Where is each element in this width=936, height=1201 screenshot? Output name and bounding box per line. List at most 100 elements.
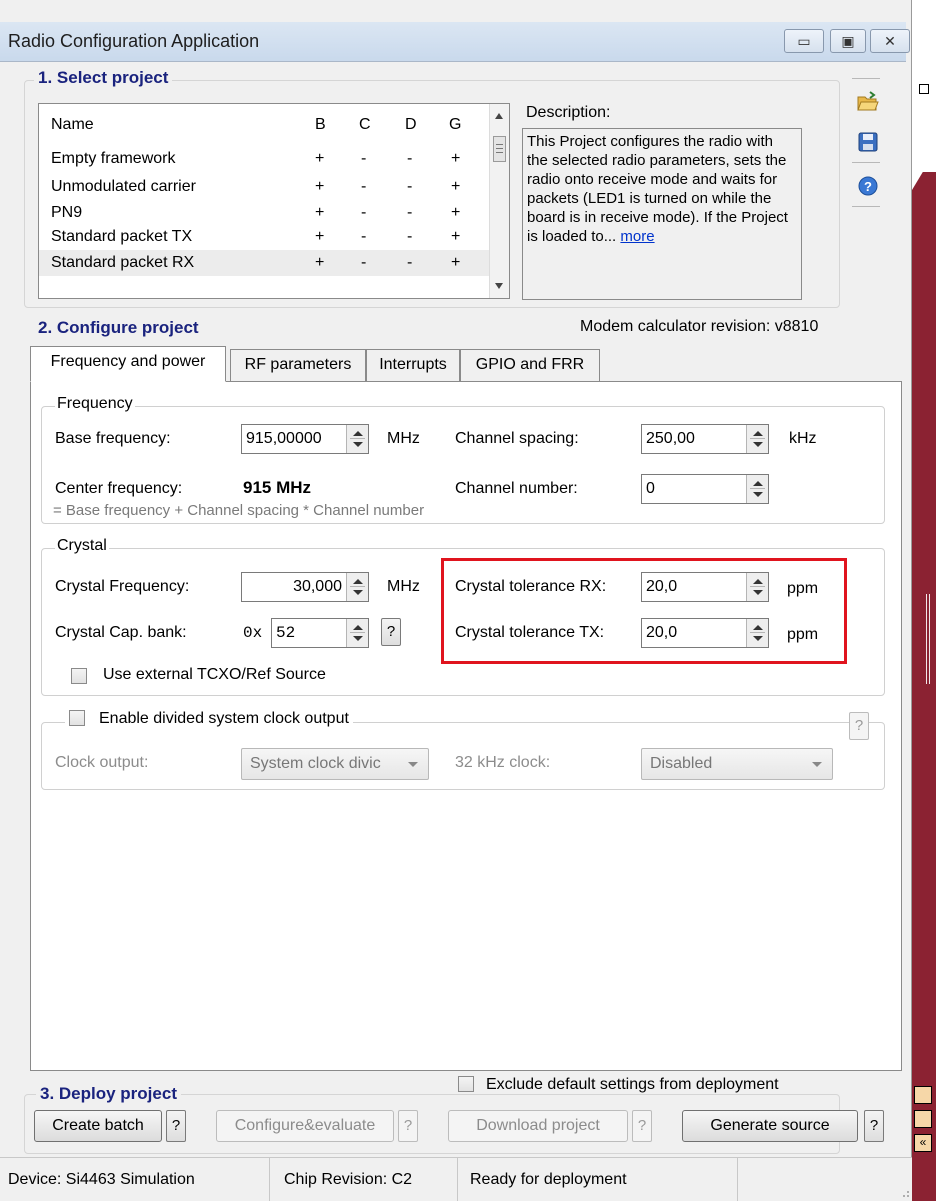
- scroll-down-icon[interactable]: [494, 282, 504, 290]
- background-app-strip: [912, 62, 936, 1201]
- configure-evaluate-button[interactable]: Configure&evaluate: [216, 1110, 394, 1142]
- channel-spacing-value: 250,00: [646, 430, 695, 447]
- svg-text:?: ?: [864, 179, 872, 194]
- title-bar: Radio Configuration Application ▭ ▣ ✕: [0, 22, 910, 62]
- column-c[interactable]: C: [359, 116, 371, 134]
- app-window: Radio Configuration Application ▭ ▣ ✕ 1.…: [0, 0, 912, 1201]
- khz-clock-select[interactable]: Disabled: [641, 748, 833, 780]
- crystal-cap-bank-spinner[interactable]: [346, 619, 368, 647]
- side-info-icon[interactable]: [914, 1086, 932, 1104]
- exclude-default-checkbox[interactable]: [458, 1076, 474, 1092]
- save-icon[interactable]: [856, 130, 880, 154]
- create-batch-button[interactable]: Create batch: [34, 1110, 162, 1142]
- crystal-frequency-spinner[interactable]: [346, 573, 368, 601]
- list-item-c: -: [361, 254, 367, 271]
- list-item-name: Empty framework: [51, 150, 176, 167]
- open-folder-icon[interactable]: [856, 90, 880, 114]
- toolbar-separator: [852, 206, 880, 207]
- center-frequency-label: Center frequency:: [55, 480, 183, 497]
- checkbox-icon: [919, 84, 929, 94]
- clock-output-select[interactable]: System clock divic: [241, 748, 429, 780]
- list-item-b: +: [315, 150, 325, 167]
- channel-spacing-label: Channel spacing:: [455, 430, 579, 447]
- tab-frequency-and-power[interactable]: Frequency and power: [30, 346, 226, 382]
- tab-gpio-and-frr[interactable]: GPIO and FRR: [460, 349, 600, 381]
- channel-number-field[interactable]: 0: [641, 474, 769, 504]
- channel-number-spinner[interactable]: [746, 475, 768, 503]
- configure-evaluate-help-button[interactable]: ?: [398, 1110, 418, 1142]
- list-item-name: PN9: [51, 204, 83, 221]
- modem-revision: Modem calculator revision: v8810: [580, 318, 819, 335]
- column-d[interactable]: D: [405, 116, 417, 134]
- status-bar: Device: Si4463 Simulation Chip Revision:…: [0, 1157, 912, 1201]
- list-item-d: -: [407, 204, 413, 221]
- list-item-c: -: [361, 228, 367, 245]
- base-frequency-spinner[interactable]: [346, 425, 368, 453]
- crystal-frequency-field[interactable]: 30,000: [241, 572, 369, 602]
- tcxo-label: Use external TCXO/Ref Source: [103, 666, 326, 683]
- crystal-cap-help-button[interactable]: ?: [381, 618, 401, 646]
- download-project-button[interactable]: Download project: [448, 1110, 628, 1142]
- channel-number-label: Channel number:: [455, 480, 578, 497]
- highlight-box: [441, 558, 847, 664]
- help-icon[interactable]: ?: [856, 174, 880, 198]
- more-link[interactable]: more: [620, 228, 654, 245]
- minimize-button[interactable]: ▭: [784, 29, 824, 53]
- center-frequency-value: 915 MHz: [243, 478, 312, 497]
- channel-spacing-unit: kHz: [789, 430, 817, 447]
- scroll-up-icon[interactable]: [494, 112, 504, 120]
- column-g[interactable]: G: [449, 116, 461, 134]
- list-item-c: -: [361, 150, 367, 167]
- list-item[interactable]: Unmodulated carrier + - - +: [39, 174, 491, 200]
- tab-interrupts[interactable]: Interrupts: [366, 349, 460, 381]
- base-frequency-field[interactable]: 915,00000: [241, 424, 369, 454]
- list-item-g: +: [451, 228, 461, 245]
- scroll-thumb[interactable]: [493, 136, 506, 162]
- column-b[interactable]: B: [315, 116, 326, 134]
- frequency-and-power-page: Frequency Base frequency: 915,00000 MHz …: [30, 381, 902, 1071]
- generate-source-help-button[interactable]: ?: [864, 1110, 884, 1142]
- resize-grip-icon[interactable]: [898, 1186, 910, 1198]
- base-frequency-label: Base frequency:: [55, 430, 171, 447]
- download-project-help-button[interactable]: ?: [632, 1110, 652, 1142]
- project-list-header: Name B C D G: [39, 104, 491, 144]
- frequency-formula: = Base frequency + Channel spacing * Cha…: [53, 502, 425, 519]
- chevron-down-icon: [408, 762, 418, 767]
- crystal-cap-bank-field[interactable]: 52: [271, 618, 369, 648]
- list-item-selected[interactable]: Standard packet RX + - - +: [39, 250, 491, 276]
- create-batch-help-button[interactable]: ?: [166, 1110, 186, 1142]
- generate-source-button[interactable]: Generate source: [682, 1110, 858, 1142]
- list-item[interactable]: Standard packet TX + - - +: [39, 224, 491, 250]
- exclude-default-label: Exclude default settings from deployment: [486, 1076, 779, 1093]
- toolbar-separator: [852, 78, 880, 79]
- channel-spacing-field[interactable]: 250,00: [641, 424, 769, 454]
- list-scrollbar[interactable]: [489, 104, 509, 298]
- close-button[interactable]: ✕: [870, 29, 910, 53]
- side-collapse-icon[interactable]: «: [914, 1134, 932, 1152]
- list-item[interactable]: Empty framework + - - +: [39, 146, 491, 172]
- list-item-b: +: [315, 178, 325, 195]
- list-item-g: +: [451, 254, 461, 271]
- base-frequency-unit: MHz: [387, 430, 420, 447]
- crystal-cap-bank-value: 52: [276, 624, 296, 642]
- frequency-group-title: Frequency: [55, 395, 135, 413]
- tab-rf-parameters[interactable]: RF parameters: [230, 349, 366, 381]
- list-item[interactable]: PN9 + - - +: [39, 200, 491, 226]
- splitter-handle[interactable]: [926, 594, 930, 684]
- crystal-frequency-value: 30,000: [293, 578, 342, 595]
- description-text: This Project configures the radio with t…: [527, 133, 788, 245]
- enable-clock-checkbox[interactable]: [69, 710, 85, 726]
- clock-help-button[interactable]: ?: [849, 712, 869, 740]
- status-device: Device: Si4463 Simulation: [0, 1158, 270, 1201]
- project-list[interactable]: Name B C D G Empty framework + - - + Unm…: [38, 103, 510, 299]
- close-icon: ✕: [884, 33, 896, 49]
- khz-clock-value: Disabled: [650, 755, 713, 772]
- column-name[interactable]: Name: [51, 116, 94, 134]
- side-minus-icon[interactable]: [914, 1110, 932, 1128]
- chevron-down-icon: [812, 762, 822, 767]
- crystal-cap-prefix: 0x: [243, 624, 263, 642]
- maximize-button[interactable]: ▣: [830, 29, 866, 53]
- tcxo-checkbox[interactable]: [71, 668, 87, 684]
- toolbar-separator: [852, 162, 880, 163]
- channel-spacing-spinner[interactable]: [746, 425, 768, 453]
